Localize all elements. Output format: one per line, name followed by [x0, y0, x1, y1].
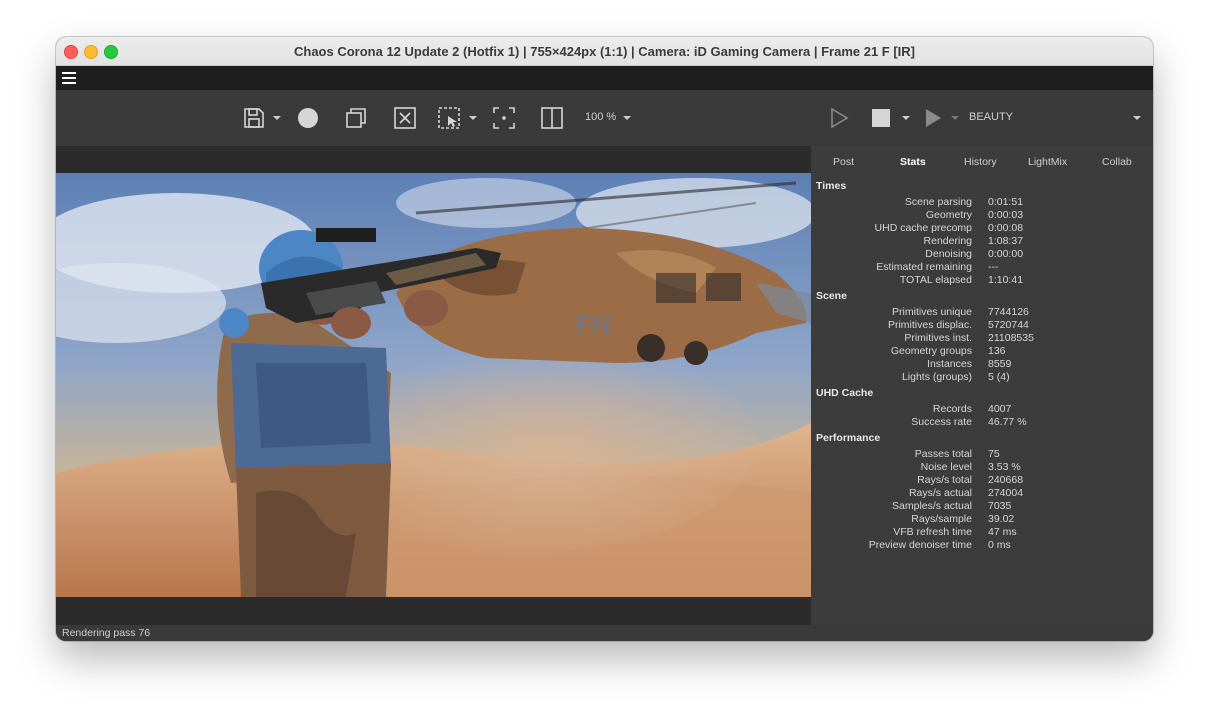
stat-row: Scene parsing 0:01:51 [904, 196, 1024, 208]
save-icon [244, 108, 264, 128]
start-render-icon [831, 107, 849, 129]
stat-row: VFB refresh time 47 ms [893, 526, 1017, 538]
duplicate-icon [346, 108, 366, 128]
resume-render-button[interactable] [920, 90, 946, 146]
resume-render-icon [926, 109, 941, 127]
stat-row: Noise level 3.53 % [920, 461, 1021, 473]
window-title: Chaos Corona 12 Update 2 (Hotfix 1) | 75… [293, 44, 916, 59]
status-bar: Rendering pass 76 [56, 625, 1153, 641]
title-bar: Chaos Corona 12 Update 2 (Hotfix 1) | 75… [56, 37, 1153, 66]
toolbar: 100 % BEAUTY [56, 90, 1153, 146]
status-text: Rendering pass 76 [62, 627, 151, 639]
stat-row: Preview denoiser time 0 ms [868, 539, 1011, 551]
stat-row: TOTAL elapsed 1:10:41 [899, 274, 1024, 286]
region-dropdown-icon[interactable] [469, 116, 477, 120]
channel-dropdown-icon[interactable] [1133, 116, 1141, 120]
stat-row: Rays/s total 240668 [917, 474, 1024, 486]
stat-row: Primitives displac. 5720744 [887, 319, 1029, 331]
stat-row: Primitives inst. 21108535 [904, 332, 1034, 344]
split-view-button[interactable] [538, 90, 566, 146]
tab-lightmix[interactable]: LightMix [1028, 156, 1067, 168]
stop-render-button[interactable] [869, 90, 893, 146]
vfb-window: Chaos Corona 12 Update 2 (Hotfix 1) | 75… [56, 37, 1153, 641]
clear-icon [394, 107, 416, 129]
stat-row: UHD cache precomp 0:00:08 [874, 222, 1024, 234]
stat-row: Samples/s actual 7035 [892, 500, 1012, 512]
stat-row: Estimated remaining --- [876, 261, 999, 273]
clear-button[interactable] [391, 90, 419, 146]
stat-row: Denoising 0:00:00 [925, 248, 1024, 260]
split-view-icon [541, 107, 563, 129]
stat-row: Rendering 1:08:37 [923, 235, 1024, 247]
menu-bar [56, 66, 1153, 90]
section-scene: Scene [816, 290, 847, 302]
stat-row: Passes total 75 [914, 448, 1000, 460]
tab-post[interactable]: Post [833, 156, 854, 168]
zoom-level[interactable]: 100 % [585, 111, 616, 123]
stat-row: Primitives unique 7744126 [892, 306, 1029, 318]
save-dropdown-icon[interactable] [273, 116, 281, 120]
stat-row: Geometry 0:00:03 [925, 209, 1024, 221]
zoom-dropdown-icon[interactable] [623, 116, 631, 120]
render-image: FN [56, 173, 811, 597]
region-select-button[interactable] [435, 90, 463, 146]
side-panel: Post Stats History LightMix Collab Times… [811, 146, 1153, 625]
focus-icon [493, 107, 515, 129]
region-select-icon [438, 107, 460, 129]
tab-history[interactable]: History [964, 156, 997, 168]
tab-collab[interactable]: Collab [1102, 156, 1132, 168]
stat-row: Rays/sample 39.02 [911, 513, 1015, 525]
stat-row: Geometry groups 136 [890, 345, 1006, 357]
svg-text:FN: FN [576, 309, 611, 339]
tab-stats[interactable]: Stats [900, 156, 926, 168]
channel-select[interactable]: BEAUTY [969, 111, 1013, 123]
duplicate-button[interactable] [342, 90, 370, 146]
corona-logo-button[interactable] [294, 90, 322, 146]
save-button[interactable] [239, 90, 269, 146]
stat-row: Success rate 46.77 % [911, 416, 1027, 428]
resume-dropdown-icon[interactable] [951, 116, 959, 120]
section-performance: Performance [816, 432, 881, 444]
stat-row: Lights (groups) 5 (4) [901, 371, 1010, 383]
panel-tabs: Post Stats History LightMix Collab [811, 146, 1153, 176]
section-times: Times [816, 180, 847, 192]
stat-row: Records 4007 [932, 403, 1012, 415]
corona-logo-icon [298, 108, 318, 128]
stop-dropdown-icon[interactable] [902, 116, 910, 120]
hamburger-menu-icon[interactable] [62, 72, 76, 84]
render-viewport[interactable]: FN [56, 146, 811, 625]
start-render-button[interactable] [826, 90, 852, 146]
focus-button[interactable] [490, 90, 518, 146]
stop-render-icon [872, 109, 890, 127]
section-uhd-cache: UHD Cache [816, 387, 874, 399]
stat-row: Rays/s actual 274004 [908, 487, 1024, 499]
stat-row: Instances 8559 [927, 358, 1012, 370]
